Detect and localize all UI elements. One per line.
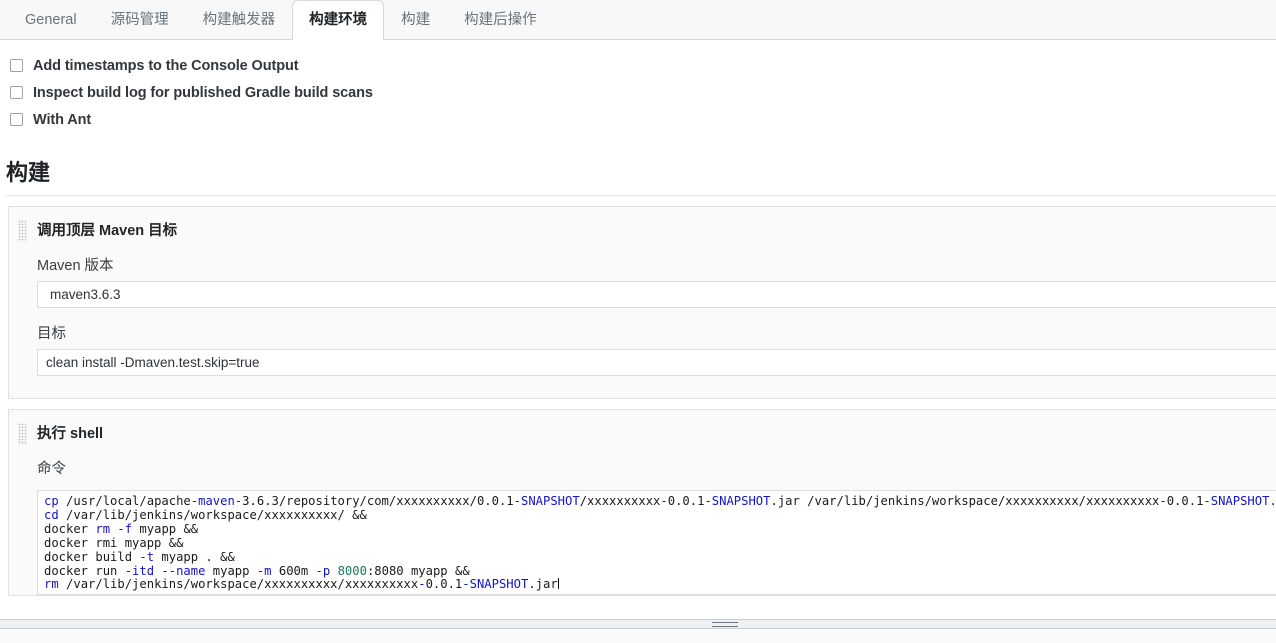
- build-step-maven-panel: 调用顶层 Maven 目标 Maven 版本 目标: [8, 206, 1276, 399]
- checkbox-label-with-ant: With Ant: [33, 111, 92, 128]
- shell-token: /var/lib/jenkins/workspace/xxxxxxxxxx/xx…: [58, 577, 419, 592]
- shell-token: .jar: [528, 577, 558, 592]
- shell-command-line: docker rm -f myapp &&: [44, 521, 1276, 537]
- shell-command-textarea[interactable]: cp /usr/local/apache-maven-3.6.3/reposit…: [37, 490, 1276, 596]
- shell-token: docker: [44, 521, 96, 536]
- shell-command-line: docker rmi myapp &&: [44, 535, 1276, 551]
- shell-token: myapp: [205, 563, 257, 578]
- shell-token: docker build: [44, 549, 140, 564]
- shell-token: .jar /var/lib/jenkins/workspace/xxxxxxxx…: [770, 495, 1160, 508]
- config-tab-bar: General 源码管理 构建触发器 构建环境 构建 构建后操作: [0, 0, 1276, 40]
- shell-token: cp: [44, 495, 59, 508]
- page-section-title-build: 构建: [6, 155, 1276, 196]
- tab-build-environment[interactable]: 构建环境: [292, 0, 385, 40]
- shell-token: -SNAPSHOT: [1203, 495, 1270, 508]
- maven-goals-input[interactable]: [37, 349, 1276, 376]
- shell-token: --name: [161, 563, 206, 578]
- shell-token: /usr/local/apache: [58, 495, 191, 508]
- field-label-goals: 目标: [37, 326, 66, 342]
- shell-token: 0.0.1: [667, 495, 705, 508]
- panel-spacer-maven: [9, 376, 1276, 398]
- shell-token: myapp &&: [132, 521, 199, 536]
- build-step-title-maven: 调用顶层 Maven 目标: [37, 223, 178, 239]
- tab-build[interactable]: 构建: [384, 0, 447, 40]
- shell-token: cd: [44, 507, 59, 522]
- shell-token: /xxxxxxxxxx: [579, 495, 661, 508]
- shell-command-line: cp /usr/local/apache-maven-3.6.3/reposit…: [44, 495, 1276, 509]
- maven-version-select[interactable]: [37, 281, 1276, 308]
- drag-grip-icon[interactable]: [18, 423, 27, 445]
- shell-token: 3.6.3/repository/com/xxxxxxxxxx/0.0.1: [242, 495, 514, 508]
- shell-token: -t: [139, 549, 155, 564]
- checkbox-with-ant[interactable]: [10, 113, 23, 126]
- tab-general[interactable]: General: [8, 0, 94, 40]
- checkbox-label-inspect-build-log: Inspect build log for published Gradle b…: [33, 84, 373, 101]
- shell-token: -SNAPSHOT: [704, 495, 771, 508]
- text-cursor: [557, 578, 559, 590]
- checkbox-inspect-build-log[interactable]: [10, 86, 23, 99]
- shell-command-line: docker build -t myapp . &&: [44, 549, 1276, 565]
- field-label-maven-version: Maven 版本: [37, 258, 114, 274]
- shell-token: -maven-: [190, 495, 243, 508]
- shell-token: [330, 564, 337, 578]
- shell-command-line: rm /var/lib/jenkins/workspace/xxxxxxxxxx…: [44, 577, 1276, 592]
- tab-build-triggers[interactable]: 构建触发器: [186, 0, 293, 40]
- build-step-title-shell: 执行 shell: [37, 426, 104, 442]
- shell-token: /var/lib/jenkins/workspace/xxxxxxxxxx/ &…: [58, 507, 367, 522]
- shell-command-line: cd /var/lib/jenkins/workspace/xxxxxxxxxx…: [44, 507, 1276, 523]
- checkbox-row-with-ant[interactable]: With Ant: [0, 106, 1276, 133]
- shell-token: docker rmi myapp &&: [44, 535, 184, 550]
- shell-token: -: [660, 495, 668, 508]
- build-step-shell-panel: 执行 shell 命令 cp /usr/local/apache-maven-3…: [8, 409, 1276, 597]
- shell-token: rm: [95, 521, 111, 536]
- textarea-resize-bar[interactable]: [0, 619, 1276, 629]
- shell-token: .jar &&: [1269, 495, 1276, 508]
- shell-token: -p: [315, 563, 331, 578]
- shell-token: -itd: [124, 563, 155, 578]
- page-bottom-filler: [0, 630, 1276, 643]
- shell-token: 0.0.1: [425, 577, 463, 592]
- tab-post-build-actions[interactable]: 构建后操作: [447, 0, 554, 40]
- shell-token: rm: [44, 577, 59, 592]
- shell-token: myapp . &&: [154, 549, 235, 564]
- checkbox-label-add-timestamps: Add timestamps to the Console Output: [33, 57, 299, 74]
- shell-token: -SNAPSHOT: [462, 577, 529, 592]
- shell-token: :8080 myapp &&: [366, 563, 470, 578]
- shell-token: 600m: [271, 563, 316, 578]
- resize-grip-icon[interactable]: [712, 622, 738, 627]
- shell-token: 8000: [337, 563, 367, 578]
- shell-token: 0.0.1: [1166, 495, 1204, 508]
- shell-token: docker run: [44, 563, 125, 578]
- field-label-command: 命令: [37, 461, 66, 477]
- shell-token: -m: [256, 563, 272, 578]
- checkbox-row-inspect-build-log[interactable]: Inspect build log for published Gradle b…: [0, 79, 1276, 106]
- shell-token: -SNAPSHOT: [513, 495, 580, 508]
- drag-grip-icon[interactable]: [18, 220, 27, 242]
- tab-source-code-management[interactable]: 源码管理: [94, 0, 186, 40]
- shell-command-text[interactable]: cp /usr/local/apache-maven-3.6.3/reposit…: [44, 495, 1276, 592]
- shell-command-line: docker run -itd --name myapp -m 600m -p …: [44, 563, 1276, 579]
- shell-token: -: [1159, 495, 1167, 508]
- checkbox-row-add-timestamps[interactable]: Add timestamps to the Console Output: [0, 52, 1276, 79]
- checkbox-add-timestamps[interactable]: [10, 59, 23, 72]
- shell-token: -: [418, 577, 426, 592]
- shell-token: -f: [117, 521, 133, 536]
- build-environment-options: Add timestamps to the Console Output Ins…: [0, 40, 1276, 133]
